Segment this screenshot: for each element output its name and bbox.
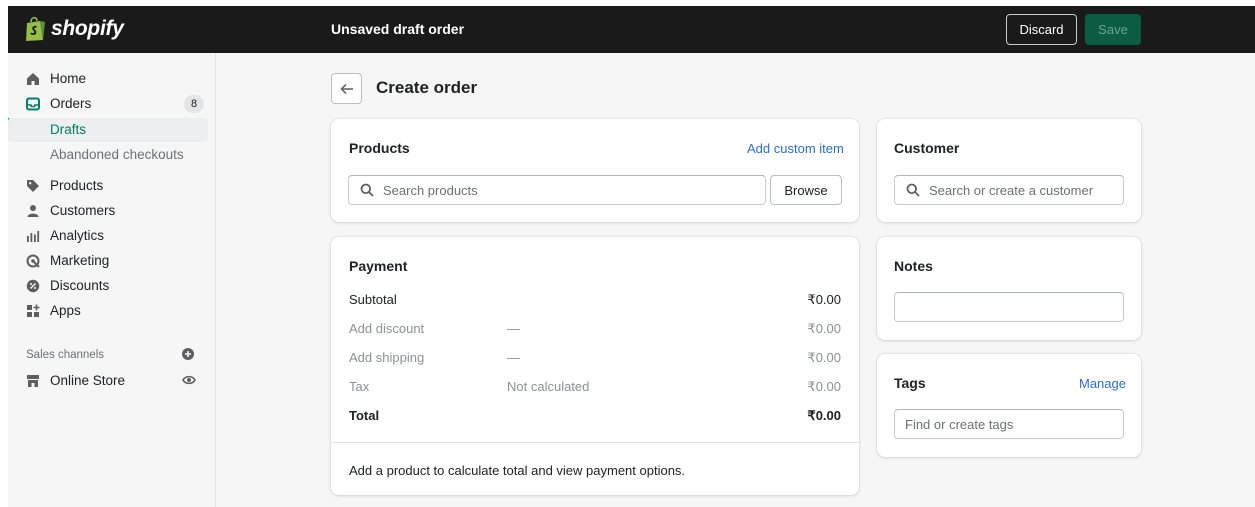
add-custom-item-link[interactable]: Add custom item bbox=[747, 141, 844, 156]
products-title: Products bbox=[349, 140, 410, 156]
shopify-bag-icon bbox=[26, 16, 45, 41]
payment-row-shipping: Add shipping — ₹0.00 bbox=[349, 350, 841, 370]
tag-icon bbox=[27, 180, 39, 192]
arrow-left-icon bbox=[339, 83, 353, 94]
payment-row-label: Subtotal bbox=[349, 292, 397, 307]
payment-row-value: ₹0.00 bbox=[807, 350, 841, 365]
discount-icon bbox=[26, 279, 40, 293]
customer-search-placeholder: Search or create a customer bbox=[929, 183, 1094, 198]
payment-row-total: Total ₹0.00 bbox=[349, 408, 841, 428]
tags-placeholder: Find or create tags bbox=[905, 417, 1014, 432]
payment-row-value: ₹0.00 bbox=[807, 292, 841, 307]
sidebar-item-label: Home bbox=[50, 71, 87, 86]
payment-divider bbox=[331, 442, 859, 443]
marketing-icon bbox=[26, 254, 40, 268]
search-icon bbox=[906, 183, 920, 197]
sidebar-item-label: Drafts bbox=[50, 122, 87, 137]
add-channel-icon[interactable] bbox=[182, 348, 194, 360]
back-button[interactable] bbox=[331, 73, 362, 104]
sidebar-item-label: Orders bbox=[50, 96, 92, 111]
sidebar-item-analytics[interactable]: Analytics bbox=[8, 224, 208, 248]
brand-name: shopify bbox=[51, 17, 124, 40]
payment-title: Payment bbox=[349, 258, 408, 274]
sidebar-item-discounts[interactable]: Discounts bbox=[8, 274, 208, 298]
payment-footnote: Add a product to calculate total and vie… bbox=[349, 463, 686, 478]
top-bar: shopify Unsaved draft order Discard Save bbox=[8, 6, 1255, 53]
payment-row-label: Total bbox=[349, 408, 380, 423]
save-button[interactable]: Save bbox=[1085, 14, 1141, 45]
sidebar-nav: Home Orders 8 Drafts Abandoned checkouts… bbox=[8, 53, 216, 507]
sidebar-item-label: Customers bbox=[50, 203, 116, 218]
payment-row-detail: Not calculated bbox=[507, 379, 590, 394]
customer-card: Customer Search or create a customer bbox=[877, 119, 1141, 222]
notes-title: Notes bbox=[894, 258, 933, 274]
home-icon bbox=[27, 73, 39, 85]
sidebar-item-abandoned-checkouts[interactable]: Abandoned checkouts bbox=[8, 143, 208, 167]
tags-card: Tags Manage Find or create tags bbox=[877, 354, 1141, 457]
browse-button[interactable]: Browse bbox=[770, 175, 842, 205]
notes-card: Notes bbox=[877, 237, 1141, 340]
sidebar-item-label: Products bbox=[50, 178, 104, 193]
search-products-input[interactable]: Search products bbox=[348, 175, 766, 205]
sales-channels-heading: Sales channels bbox=[26, 349, 104, 361]
sidebar-item-label: Analytics bbox=[50, 228, 105, 243]
window-left-edge bbox=[0, 0, 8, 507]
shopify-logo[interactable]: shopify bbox=[24, 16, 124, 42]
sidebar-item-drafts[interactable]: Drafts bbox=[8, 118, 208, 142]
tags-title: Tags bbox=[894, 375, 926, 391]
sidebar-item-customers[interactable]: Customers bbox=[8, 199, 208, 223]
payment-row-tax: Tax Not calculated ₹0.00 bbox=[349, 379, 841, 399]
eye-icon[interactable] bbox=[182, 374, 196, 386]
orders-icon bbox=[26, 97, 40, 111]
tags-input[interactable]: Find or create tags bbox=[894, 409, 1124, 439]
page-title: Create order bbox=[376, 78, 478, 97]
apps-icon bbox=[27, 304, 40, 317]
products-card: Products Add custom item Search products… bbox=[331, 119, 859, 222]
sidebar-item-label: Apps bbox=[50, 303, 81, 318]
sidebar-item-marketing[interactable]: Marketing bbox=[8, 249, 208, 273]
customer-search-input[interactable]: Search or create a customer bbox=[894, 175, 1124, 205]
payment-row-detail: — bbox=[507, 350, 520, 365]
sidebar-item-home[interactable]: Home bbox=[8, 67, 208, 91]
payment-row-value: ₹0.00 bbox=[807, 408, 841, 423]
tax-link[interactable]: Tax bbox=[349, 379, 369, 394]
sidebar-item-label: Discounts bbox=[50, 278, 110, 293]
payment-row-subtotal: Subtotal ₹0.00 bbox=[349, 292, 841, 312]
search-products-placeholder: Search products bbox=[383, 183, 478, 198]
notes-field[interactable] bbox=[894, 292, 1124, 322]
store-icon bbox=[27, 375, 39, 387]
sidebar-item-label: Abandoned checkouts bbox=[50, 147, 184, 162]
manage-tags-link[interactable]: Manage bbox=[1079, 376, 1126, 391]
person-icon bbox=[27, 205, 39, 217]
sidebar-item-products[interactable]: Products bbox=[8, 174, 208, 198]
search-icon bbox=[360, 183, 374, 197]
payment-row-detail: — bbox=[507, 321, 520, 336]
discard-button[interactable]: Discard bbox=[1006, 14, 1077, 45]
sidebar-item-label: Online Store bbox=[50, 373, 126, 388]
payment-row-value: ₹0.00 bbox=[807, 321, 841, 336]
payment-card: Payment Subtotal ₹0.00 Add discount — ₹0… bbox=[331, 237, 859, 495]
orders-count-badge: 8 bbox=[184, 95, 204, 113]
analytics-icon bbox=[27, 231, 40, 242]
sidebar-item-apps[interactable]: Apps bbox=[8, 299, 208, 323]
sidebar-item-orders[interactable]: Orders 8 bbox=[8, 92, 208, 116]
sidebar-item-label: Marketing bbox=[50, 253, 110, 268]
top-bar-title: Unsaved draft order bbox=[331, 21, 465, 37]
add-discount-link[interactable]: Add discount bbox=[349, 321, 424, 336]
payment-row-discount: Add discount — ₹0.00 bbox=[349, 321, 841, 341]
add-shipping-link[interactable]: Add shipping bbox=[349, 350, 424, 365]
sidebar-item-online-store[interactable]: Online Store bbox=[8, 369, 208, 393]
customer-title: Customer bbox=[894, 140, 960, 156]
payment-row-value: ₹0.00 bbox=[807, 379, 841, 394]
